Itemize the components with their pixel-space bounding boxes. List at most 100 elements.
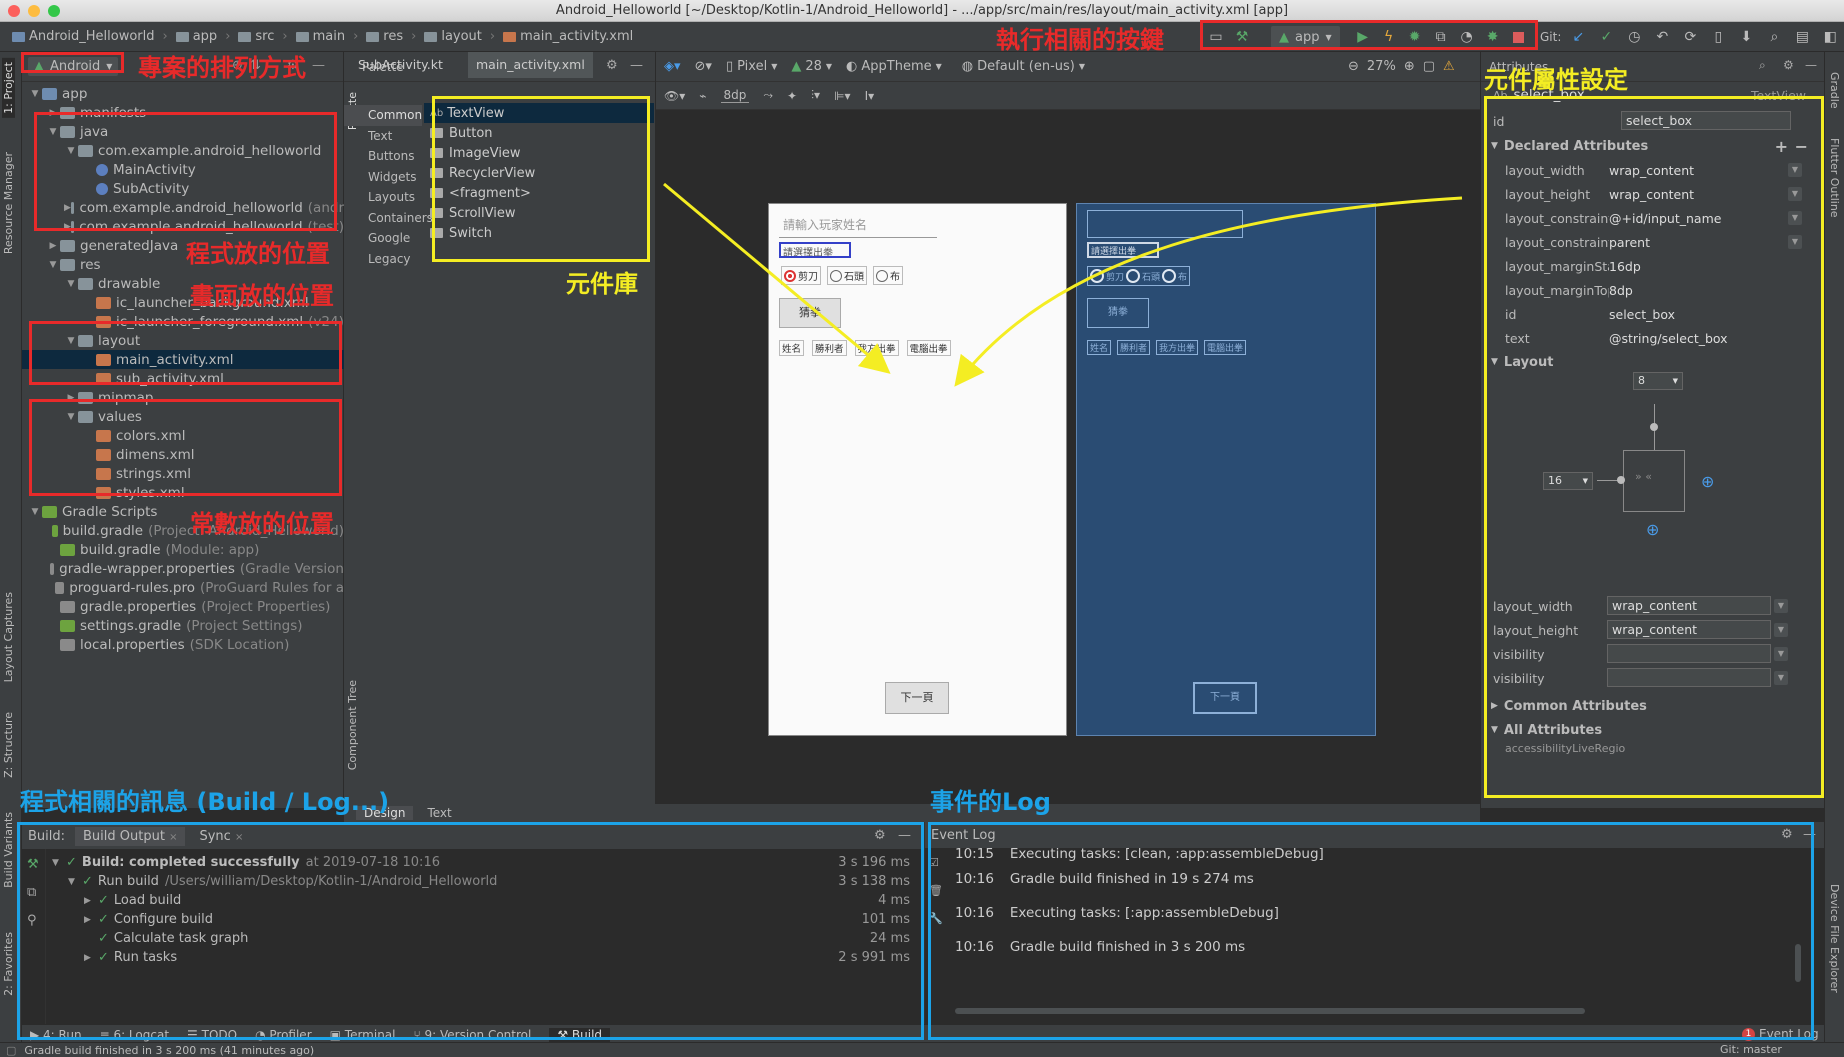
tree-item[interactable]: ▶ manifests — [22, 103, 344, 122]
warning-icon[interactable]: ⚠ — [1443, 59, 1455, 74]
palette-category[interactable]: Buttons — [344, 146, 422, 167]
event-message[interactable]: Executing tasks: [:app:assembleDebug] — [1010, 905, 1279, 921]
attribute-value[interactable]: select_box — [1609, 307, 1824, 322]
palette-item[interactable]: Ab TextView — [424, 103, 654, 123]
build-tree-row[interactable]: ▼ ✓ Build: completed successfully at 2019-0… — [52, 853, 920, 872]
tab-terminal[interactable]: ▣ Terminal — [330, 1028, 396, 1042]
layout-section-header[interactable]: ▼ Layout — [1481, 350, 1824, 374]
property-value[interactable]: wrap_content — [1607, 596, 1771, 615]
search-icon[interactable]: ⌕ — [1759, 58, 1766, 73]
event-message[interactable]: Gradle build finished in 19 s 274 ms — [1010, 871, 1254, 887]
align-icon[interactable]: ⊫▾ — [834, 89, 850, 103]
event-log-badge[interactable]: 1 Event Log — [1742, 1027, 1819, 1041]
all-attributes-header[interactable]: ▼ All Attributes — [1481, 718, 1824, 742]
zoom-out-icon[interactable]: ⊖ — [1348, 59, 1359, 74]
tab-sync[interactable]: Sync × — [191, 827, 251, 846]
breadcrumb-file[interactable]: main_activity.xml — [497, 22, 639, 52]
property-value[interactable] — [1607, 644, 1771, 663]
tree-item[interactable]: gradle.properties (Project Properties) — [22, 597, 344, 616]
git-revert-icon[interactable]: ↶ — [1651, 26, 1673, 48]
tree-item[interactable]: main_activity.xml — [22, 350, 344, 369]
chevron-down-icon[interactable]: ▼ — [1774, 599, 1788, 613]
project-view-select[interactable]: ▲ Android ▼ — [28, 57, 119, 76]
play-button-blueprint[interactable]: 猜拳 — [1087, 298, 1149, 328]
select-box-preview[interactable]: 請選擇出拳 — [779, 242, 851, 258]
expand-arrow-icon[interactable]: ▶ — [84, 915, 98, 925]
palette-item[interactable]: ImageView — [424, 143, 654, 163]
layout-icon[interactable]: ▭ — [1205, 26, 1227, 48]
search-everywhere-icon[interactable]: ⌕ — [1763, 26, 1785, 48]
tab-version-control[interactable]: ⑂ 9: Version Control — [414, 1028, 532, 1042]
infer-constraints-icon[interactable]: ✦ — [787, 89, 797, 103]
editor-tab-main-activity[interactable]: main_activity.xml — [468, 52, 593, 78]
palette-item[interactable]: <fragment> — [424, 183, 654, 203]
blueprint-preview[interactable]: 請選擇出拳 剪刀 石頭 布 猜拳 姓名 勝利者 我方出拳 電腦出拳 下一頁 — [1076, 203, 1376, 736]
attribute-value[interactable]: 16dp — [1609, 259, 1824, 274]
debug-app-icon[interactable]: ✸ — [1482, 26, 1504, 48]
locale-select[interactable]: ◍ Default (en-us) ▼ — [962, 59, 1085, 74]
tree-item[interactable]: local.properties (SDK Location) — [22, 635, 344, 654]
tool-tab-project[interactable]: 1: Project — [2, 58, 15, 118]
hide-panel-icon[interactable]: — — [1805, 58, 1817, 72]
component-tree-tab[interactable]: Component Tree — [346, 680, 359, 770]
tab-logcat[interactable]: ≡ 6: Logcat — [100, 1028, 169, 1042]
radio-group-blueprint[interactable]: 剪刀 石頭 布 — [1087, 266, 1191, 286]
expand-arrow-icon[interactable]: ▼ — [28, 507, 42, 517]
hide-panel-icon[interactable]: — — [898, 828, 911, 843]
tool-tab-resource-manager[interactable]: Resource Manager — [2, 152, 15, 254]
zoom-window-icon[interactable] — [48, 5, 60, 17]
project-structure-icon[interactable]: ▤ — [1791, 26, 1813, 48]
palette-category[interactable]: Text — [344, 126, 422, 147]
sync-gradle-icon[interactable]: ⟳ — [1679, 26, 1701, 48]
expand-arrow-icon[interactable]: ▶ — [84, 896, 98, 906]
api-select[interactable]: ▲ 28 ▼ — [791, 59, 832, 74]
add-attribute-icon[interactable]: + — [1775, 137, 1788, 156]
apply-changes-icon[interactable]: ϟ — [1378, 26, 1400, 48]
event-message[interactable]: Executing tasks: [clean, :app:assembleDe… — [1010, 846, 1324, 862]
tool-tab-build-variants[interactable]: Build Variants — [2, 812, 15, 888]
run-icon[interactable]: ▶ — [1352, 26, 1374, 48]
collapse-arrow-icon[interactable]: ▶ — [46, 108, 60, 118]
tool-tab-flutter-outline[interactable]: Flutter Outline — [1828, 138, 1841, 218]
zoom-in-icon[interactable]: ⊕ — [1404, 59, 1415, 74]
name-input-preview[interactable]: 請輸入玩家姓名 — [779, 212, 937, 238]
chevron-down-icon[interactable]: ▼ — [1774, 671, 1788, 685]
tree-item[interactable]: SubActivity — [22, 179, 344, 198]
git-update-icon[interactable]: ↙ — [1567, 26, 1589, 48]
start-anchor[interactable] — [1617, 476, 1625, 484]
tool-tab-structure[interactable]: Z: Structure — [2, 712, 15, 778]
avatar-icon[interactable]: ◧ — [1819, 26, 1841, 48]
minimize-window-icon[interactable] — [28, 5, 40, 17]
tree-item[interactable]: ▶ mipmap — [22, 388, 344, 407]
chevron-down-icon[interactable]: ▼ — [1774, 623, 1788, 637]
tool-tab-layout-captures[interactable]: Layout Captures — [2, 592, 15, 682]
gear-icon[interactable]: ⚙ — [606, 58, 618, 73]
avd-manager-icon[interactable]: ▯ — [1707, 26, 1729, 48]
add-end-constraint-icon[interactable]: ⊕ — [1701, 472, 1714, 491]
tab-text[interactable]: Text — [419, 806, 459, 820]
top-margin-select[interactable]: 8 ▼ — [1633, 372, 1683, 390]
guidelines-icon[interactable]: I▾ — [865, 89, 875, 103]
collapse-arrow-icon[interactable]: ▶ — [64, 222, 71, 232]
tab-build[interactable]: ⚒ Build — [549, 1027, 611, 1042]
property-value[interactable] — [1607, 668, 1771, 687]
attribute-row[interactable]: layout_marginTop 8dp — [1481, 278, 1824, 302]
tool-tab-device-file-explorer[interactable]: Device File Explorer — [1828, 884, 1841, 993]
tree-item[interactable]: ▼ app — [22, 84, 344, 103]
expand-arrow-icon[interactable]: ▼ — [52, 858, 66, 868]
chevron-down-icon[interactable]: ▼ — [1774, 647, 1788, 661]
radio-cloth[interactable]: 布 — [873, 266, 903, 285]
chevron-down-icon[interactable]: ▼ — [1788, 187, 1802, 201]
palette-category[interactable]: Legacy — [344, 249, 422, 270]
tree-item[interactable]: styles.xml — [22, 483, 344, 502]
tool-tab-gradle[interactable]: Gradle — [1828, 72, 1841, 109]
status-icon[interactable]: ▢ — [6, 1044, 16, 1057]
run-config-select[interactable]: ▲ app ▼ — [1271, 26, 1340, 48]
chevron-down-icon[interactable]: ▼ — [1788, 235, 1802, 249]
attribute-row[interactable]: id select_box — [1481, 302, 1824, 326]
attribute-row[interactable]: layout_constraintTop_@+id/input_name▼ — [1481, 206, 1824, 230]
device-select[interactable]: ▯ Pixel ▼ — [726, 59, 777, 74]
select-box-blueprint[interactable]: 請選擇出拳 — [1087, 242, 1159, 258]
expand-arrow-icon[interactable]: ▼ — [28, 89, 42, 99]
autoconnect-icon[interactable]: ⌁ — [699, 89, 706, 103]
